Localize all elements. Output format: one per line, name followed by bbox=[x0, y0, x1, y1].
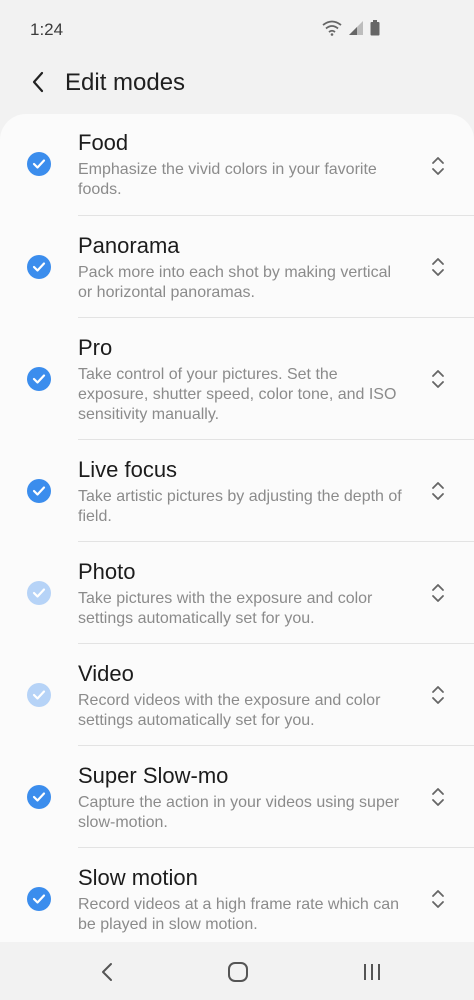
page-title: Edit modes bbox=[65, 69, 186, 96]
mode-checkbox-live-focus[interactable] bbox=[27, 479, 51, 503]
reorder-icon bbox=[432, 788, 444, 806]
mode-item-panorama[interactable]: Panorama Pack more into each shot by mak… bbox=[27, 216, 474, 318]
mode-item-video[interactable]: Video Record videos with the exposure an… bbox=[27, 644, 474, 746]
mode-title: Slow motion bbox=[78, 865, 198, 890]
mode-checkbox-slow-motion[interactable] bbox=[27, 887, 51, 911]
wifi-icon bbox=[322, 20, 342, 36]
recents-nav-icon bbox=[364, 964, 380, 980]
status-time: 1:24 bbox=[30, 20, 64, 39]
mode-checkbox-food[interactable] bbox=[27, 152, 51, 176]
mode-title: Photo bbox=[78, 559, 136, 584]
reorder-handle[interactable] bbox=[426, 365, 450, 393]
reorder-handle[interactable] bbox=[426, 152, 450, 180]
nav-home-button[interactable] bbox=[223, 958, 253, 986]
reorder-icon bbox=[432, 890, 444, 908]
system-nav-bar bbox=[0, 942, 474, 1000]
mode-checkbox-photo bbox=[27, 581, 51, 605]
mode-item-slow-motion[interactable]: Slow motion Record videos at a high fram… bbox=[27, 848, 474, 942]
reorder-icon bbox=[432, 482, 444, 500]
mode-title: Panorama bbox=[78, 233, 180, 258]
reorder-icon bbox=[432, 370, 444, 388]
checkmark-icon bbox=[32, 588, 46, 598]
mode-title: Super Slow-mo bbox=[78, 763, 229, 788]
signal-icon bbox=[349, 21, 363, 35]
checkmark-icon bbox=[32, 792, 46, 802]
home-nav-icon bbox=[228, 962, 248, 982]
mode-description: Capture the action in your videos using … bbox=[78, 794, 400, 831]
reorder-icon bbox=[432, 584, 444, 602]
reorder-handle[interactable] bbox=[426, 579, 450, 607]
back-arrow-icon bbox=[32, 71, 44, 93]
back-nav-icon bbox=[102, 963, 112, 981]
reorder-icon bbox=[432, 258, 444, 276]
mode-title: Food bbox=[78, 130, 129, 155]
reorder-icon bbox=[432, 157, 444, 175]
reorder-icon bbox=[432, 686, 444, 704]
mode-item-pro[interactable]: Pro Take control of your pictures. Set t… bbox=[27, 318, 474, 440]
mode-item-live-focus[interactable]: Live focus Take artistic pictures by adj… bbox=[27, 440, 474, 542]
mode-checkbox-video bbox=[27, 683, 51, 707]
mode-description: Take artistic pictures by adjusting the … bbox=[78, 488, 402, 525]
mode-description: Pack more into each shot by making verti… bbox=[78, 264, 392, 301]
mode-item-super-slow-mo[interactable]: Super Slow-mo Capture the action in your… bbox=[27, 746, 474, 848]
mode-checkbox-panorama[interactable] bbox=[27, 255, 51, 279]
mode-description: Take pictures with the exposure and colo… bbox=[78, 590, 373, 627]
mode-item-food[interactable]: Food Emphasize the vivid colors in your … bbox=[27, 114, 474, 216]
back-button[interactable] bbox=[22, 66, 54, 98]
mode-checkbox-super-slow-mo[interactable] bbox=[27, 785, 51, 809]
reorder-handle[interactable] bbox=[426, 681, 450, 709]
reorder-handle[interactable] bbox=[426, 477, 450, 505]
battery-icon bbox=[370, 20, 380, 36]
nav-recents-button[interactable] bbox=[357, 958, 387, 986]
checkmark-icon bbox=[32, 690, 46, 700]
status-bar: 1:24 bbox=[0, 0, 474, 60]
nav-back-button[interactable] bbox=[92, 958, 122, 986]
status-icons bbox=[322, 20, 380, 36]
mode-item-photo[interactable]: Photo Take pictures with the exposure an… bbox=[27, 542, 474, 644]
mode-title: Pro bbox=[78, 335, 113, 360]
mode-checkbox-pro[interactable] bbox=[27, 367, 51, 391]
mode-description: Record videos at a high frame rate which… bbox=[78, 896, 400, 933]
app-header: Edit modes bbox=[0, 60, 474, 108]
mode-description: Emphasize the vivid colors in your favor… bbox=[78, 161, 377, 198]
modes-list: Food Emphasize the vivid colors in your … bbox=[0, 114, 474, 942]
reorder-handle[interactable] bbox=[426, 253, 450, 281]
checkmark-icon bbox=[32, 374, 46, 384]
mode-description: Take control of your pictures. Set the e… bbox=[78, 366, 397, 423]
mode-title: Video bbox=[78, 661, 134, 686]
checkmark-icon bbox=[32, 262, 46, 272]
reorder-handle[interactable] bbox=[426, 783, 450, 811]
mode-title: Live focus bbox=[78, 457, 178, 482]
mode-description: Record videos with the exposure and colo… bbox=[78, 692, 381, 729]
reorder-handle[interactable] bbox=[426, 885, 450, 913]
checkmark-icon bbox=[32, 159, 46, 169]
checkmark-icon bbox=[32, 486, 46, 496]
modes-card: Food Emphasize the vivid colors in your … bbox=[0, 114, 474, 942]
checkmark-icon bbox=[32, 894, 46, 904]
